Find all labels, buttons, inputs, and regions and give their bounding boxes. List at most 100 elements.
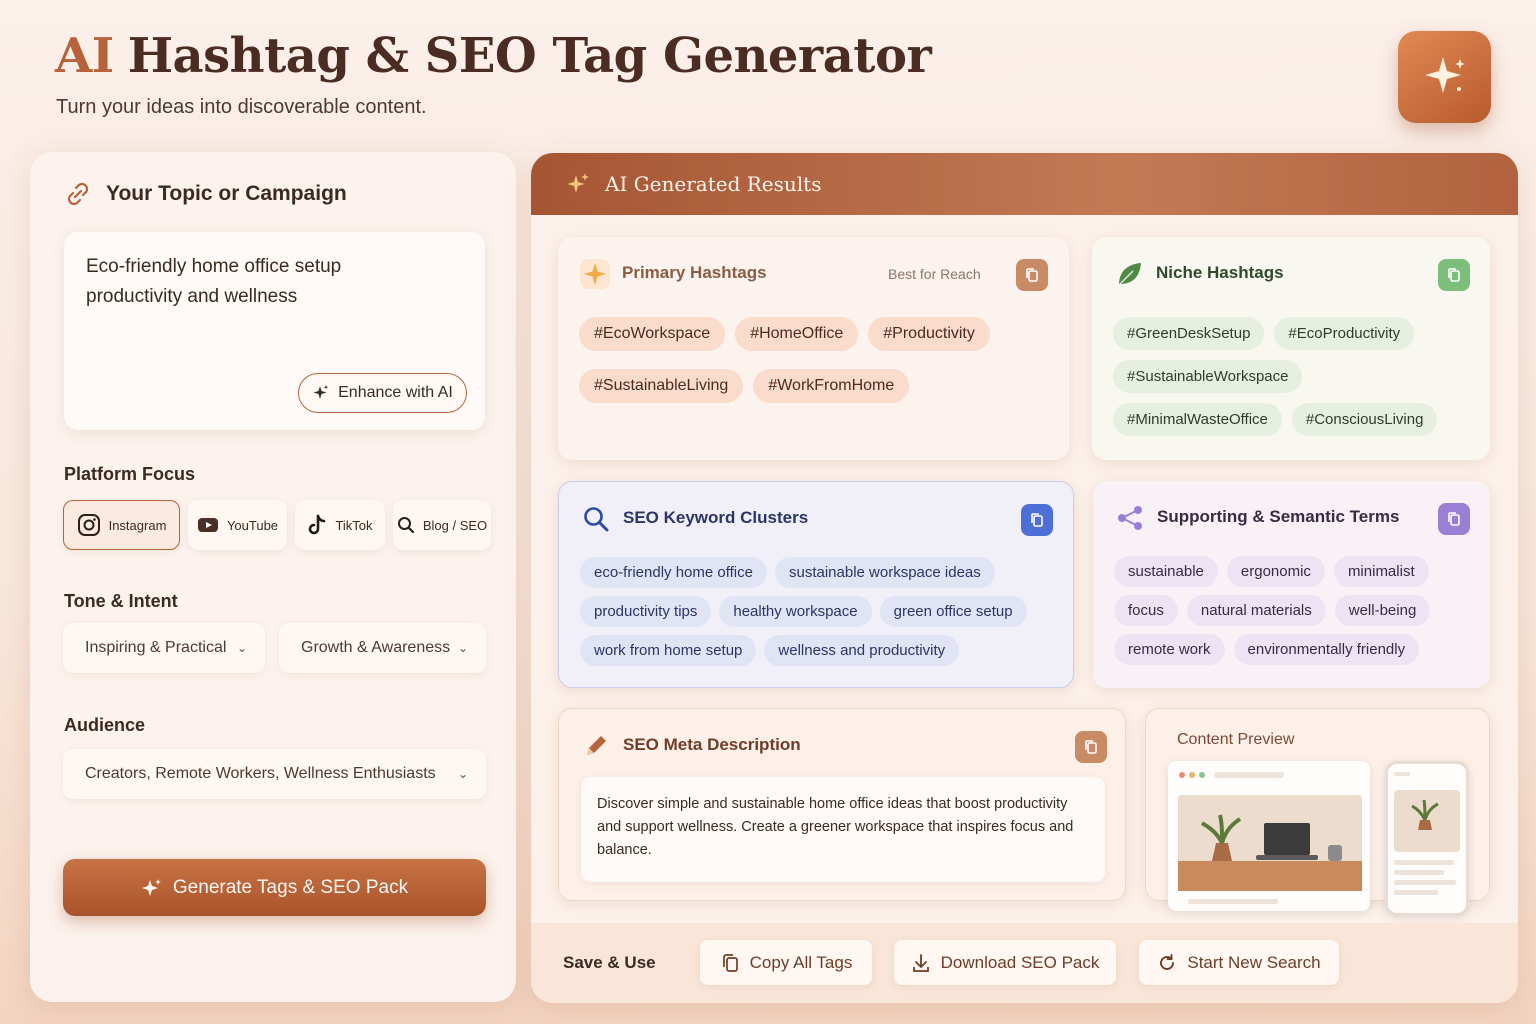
platform-label: Blog / SEO <box>422 517 488 533</box>
generate-button[interactable]: Generate Tags & SEO Pack <box>63 859 486 916</box>
page-title-ai: AI <box>55 28 114 84</box>
copy-icon <box>1448 268 1460 282</box>
enhance-with-ai-button[interactable]: Enhance with AI <box>298 373 467 413</box>
share-icon <box>1115 503 1145 533</box>
niche-tag-list: #GreenDeskSetup #EcoProductivity #Sustai… <box>1113 317 1473 436</box>
copy-icon <box>722 953 738 972</box>
platform-blog-seo[interactable]: Blog / SEO <box>393 500 491 550</box>
seo-meta-description-card: SEO Meta Description Discover simple and… <box>558 708 1126 901</box>
audience-value: Creators, Remote Workers, Wellness Enthu… <box>85 765 436 782</box>
new-search-label: Start New Search <box>1187 952 1321 972</box>
platform-label: Instagram <box>108 517 167 533</box>
platform-label: TikTok <box>335 517 373 533</box>
hashtag-chip[interactable]: #EcoWorkspace <box>579 317 726 351</box>
platform-selector: Instagram YouTube TikTok Blog / SEO <box>63 500 491 550</box>
topic-text[interactable]: Eco-friendly home office setup productiv… <box>86 252 386 312</box>
hashtag-chip[interactable]: #SustainableLiving <box>579 369 744 403</box>
term-chip[interactable]: ergonomic <box>1226 556 1325 587</box>
keyword-chip[interactable]: healthy workspace <box>719 596 872 627</box>
platform-instagram[interactable]: Instagram <box>63 500 180 550</box>
copy-icon <box>1026 268 1038 282</box>
input-panel: Your Topic or Campaign Eco-friendly home… <box>30 152 516 1002</box>
keyword-chip[interactable]: work from home setup <box>580 635 757 666</box>
topic-textarea[interactable]: Eco-friendly home office setup productiv… <box>64 232 485 430</box>
copy-all-label: Copy All Tags <box>749 952 853 972</box>
sparkle-icon <box>1424 57 1465 93</box>
copy-seo-button[interactable] <box>1021 504 1053 536</box>
keyword-chip[interactable]: sustainable workspace ideas <box>774 557 995 588</box>
results-header: AI Generated Results <box>531 153 1518 215</box>
leaf-icon <box>1114 259 1144 289</box>
intent-select[interactable]: Growth & Awareness ⌄ <box>279 623 486 673</box>
audience-label: Audience <box>64 715 146 735</box>
copy-primary-button[interactable] <box>1016 259 1048 291</box>
enhance-label: Enhance with AI <box>338 384 453 401</box>
term-chip[interactable]: remote work <box>1114 634 1225 665</box>
mobile-preview-image <box>1385 761 1469 916</box>
hashtag-chip[interactable]: #SustainableWorkspace <box>1113 360 1303 393</box>
tiktok-icon <box>309 514 326 535</box>
copy-icon <box>1448 512 1460 526</box>
card-title: Niche Hashtags <box>1156 263 1284 282</box>
term-chip[interactable]: sustainable <box>1114 556 1218 587</box>
download-seo-pack-button[interactable]: Download SEO Pack <box>894 940 1116 985</box>
term-chip[interactable]: well-being <box>1334 595 1431 626</box>
supporting-term-list: sustainable ergonomic minimalist focus n… <box>1114 556 1474 665</box>
save-use-bar: Save & Use Copy All Tags Download SEO Pa… <box>531 923 1518 1003</box>
preview-title: Content Preview <box>1177 731 1295 748</box>
hashtag-chip[interactable]: #ConsciousLiving <box>1291 403 1438 436</box>
card-title: Supporting & Semantic Terms <box>1157 507 1400 526</box>
hashtag-chip[interactable]: #MinimalWasteOffice <box>1113 403 1282 436</box>
desktop-preview-image <box>1168 761 1370 911</box>
tone-intent-label: Tone & Intent <box>64 591 178 611</box>
hashtag-chip[interactable]: #HomeOffice <box>735 317 859 351</box>
hashtag-chip[interactable]: #WorkFromHome <box>753 369 910 403</box>
keyword-chip[interactable]: eco-friendly home office <box>580 557 767 588</box>
sparkle-logo-badge[interactable] <box>1398 31 1491 123</box>
best-for-reach-note: Best for Reach <box>888 266 981 282</box>
audience-select[interactable]: Creators, Remote Workers, Wellness Enthu… <box>63 749 486 799</box>
platform-label: YouTube <box>226 517 279 533</box>
hashtag-chip[interactable]: #GreenDeskSetup <box>1113 317 1265 350</box>
seo-keyword-clusters-card: SEO Keyword Clusters eco-friendly home o… <box>558 481 1074 688</box>
keyword-chip[interactable]: productivity tips <box>580 596 712 627</box>
term-chip[interactable]: environmentally friendly <box>1233 634 1420 665</box>
card-title: SEO Keyword Clusters <box>623 508 809 527</box>
topic-label: Your Topic or Campaign <box>106 182 347 205</box>
copy-meta-button[interactable] <box>1075 731 1107 763</box>
download-icon <box>912 953 929 972</box>
niche-hashtags-card: Niche Hashtags #GreenDeskSetup #EcoProdu… <box>1092 237 1490 460</box>
keyword-chip[interactable]: green office setup <box>879 596 1027 627</box>
sparkle-icon <box>567 173 589 193</box>
chevron-down-icon: ⌄ <box>457 767 468 781</box>
tone-value: Inspiring & Practical <box>85 639 227 656</box>
copy-niche-button[interactable] <box>1438 259 1470 291</box>
copy-support-button[interactable] <box>1438 503 1470 535</box>
term-chip[interactable]: minimalist <box>1333 556 1429 587</box>
youtube-icon <box>197 518 218 532</box>
card-title: SEO Meta Description <box>623 735 801 754</box>
platform-tiktok[interactable]: TikTok <box>295 500 385 550</box>
content-preview-card: Content Preview <box>1145 708 1490 916</box>
page-title-rest: Hashtag & SEO Tag Generator <box>127 28 932 84</box>
term-chip[interactable]: natural materials <box>1186 595 1326 626</box>
sparkle-icon <box>313 385 329 399</box>
meta-description-text[interactable]: Discover simple and sustainable home off… <box>581 777 1105 882</box>
copy-icon <box>1085 740 1097 754</box>
tone-select[interactable]: Inspiring & Practical ⌄ <box>63 623 265 673</box>
sparkle-icon <box>141 878 161 896</box>
chevron-down-icon: ⌄ <box>236 641 247 655</box>
copy-all-tags-button[interactable]: Copy All Tags <box>700 940 872 985</box>
hashtag-chip[interactable]: #Productivity <box>868 317 990 351</box>
keyword-chip[interactable]: wellness and productivity <box>764 635 960 666</box>
instagram-icon <box>77 514 100 536</box>
term-chip[interactable]: focus <box>1114 595 1178 626</box>
primary-tag-list: #EcoWorkspace #HomeOffice #Productivity … <box>579 317 1049 403</box>
hashtag-chip[interactable]: #EcoProductivity <box>1274 317 1415 350</box>
results-panel: AI Generated Results Primary Hashtags Be… <box>531 153 1518 1003</box>
save-use-label: Save & Use <box>563 953 656 972</box>
platform-youtube[interactable]: YouTube <box>188 500 287 550</box>
platform-focus-label: Platform Focus <box>64 464 196 484</box>
start-new-search-button[interactable]: Start New Search <box>1139 940 1339 985</box>
chevron-down-icon: ⌄ <box>457 641 468 655</box>
